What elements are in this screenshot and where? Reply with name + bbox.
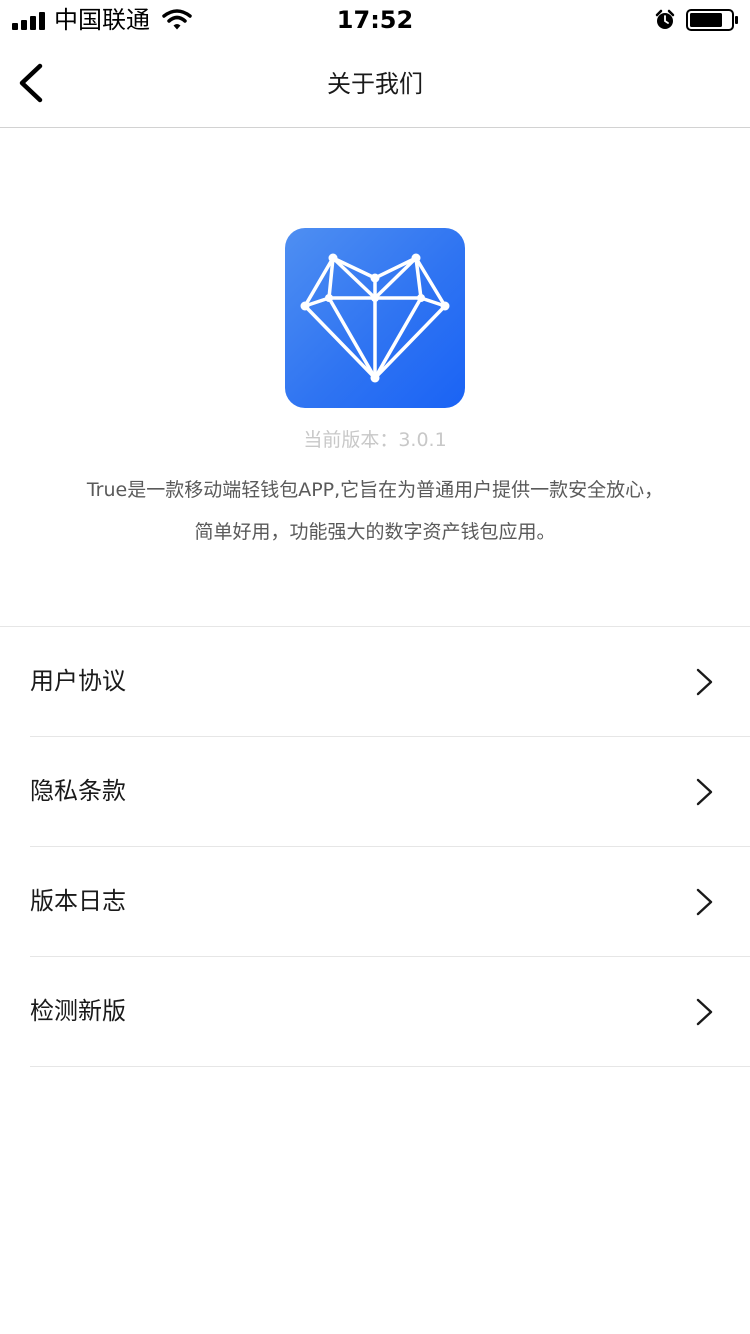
app-logo (285, 228, 465, 408)
chevron-right-icon (696, 778, 713, 806)
page-title: 关于我们 (327, 70, 423, 98)
menu-item-label: 隐私条款 (30, 777, 126, 805)
alarm-icon (655, 9, 675, 29)
menu-item-privacy-policy[interactable]: 隐私条款 (0, 737, 750, 847)
menu-item-user-agreement[interactable]: 用户协议 (0, 627, 750, 737)
menu-item-check-update[interactable]: 检测新版 (0, 957, 750, 1067)
description-line-2: 简单好用，功能强大的数字资产钱包应用。 (194, 521, 556, 543)
battery-icon (686, 9, 738, 31)
description-line-1: True是一款移动端轻钱包APP,它旨在为普通用户提供一款安全放心， (86, 479, 664, 501)
menu-item-label: 用户协议 (30, 667, 126, 695)
diamond-heart-logo-icon (300, 253, 450, 383)
chevron-right-icon (696, 668, 713, 696)
status-bar: 中国联通 17:52 (0, 0, 750, 40)
about-us-page: 中国联通 17:52 关于我们 当前版本：3.0.1 True是一款移动端轻钱包… (0, 0, 750, 1334)
status-time: 17:52 (336, 6, 414, 34)
chevron-right-icon (696, 888, 713, 916)
chevron-right-icon (696, 998, 713, 1026)
menu-list: 用户协议 隐私条款 版本日志 检测新版 (0, 627, 750, 1067)
menu-item-label: 版本日志 (30, 887, 126, 915)
nav-bar: 关于我们 (0, 40, 750, 128)
version-text: 当前版本：3.0.1 (303, 429, 447, 451)
menu-item-label: 检测新版 (30, 997, 126, 1025)
menu-item-version-log[interactable]: 版本日志 (0, 847, 750, 957)
